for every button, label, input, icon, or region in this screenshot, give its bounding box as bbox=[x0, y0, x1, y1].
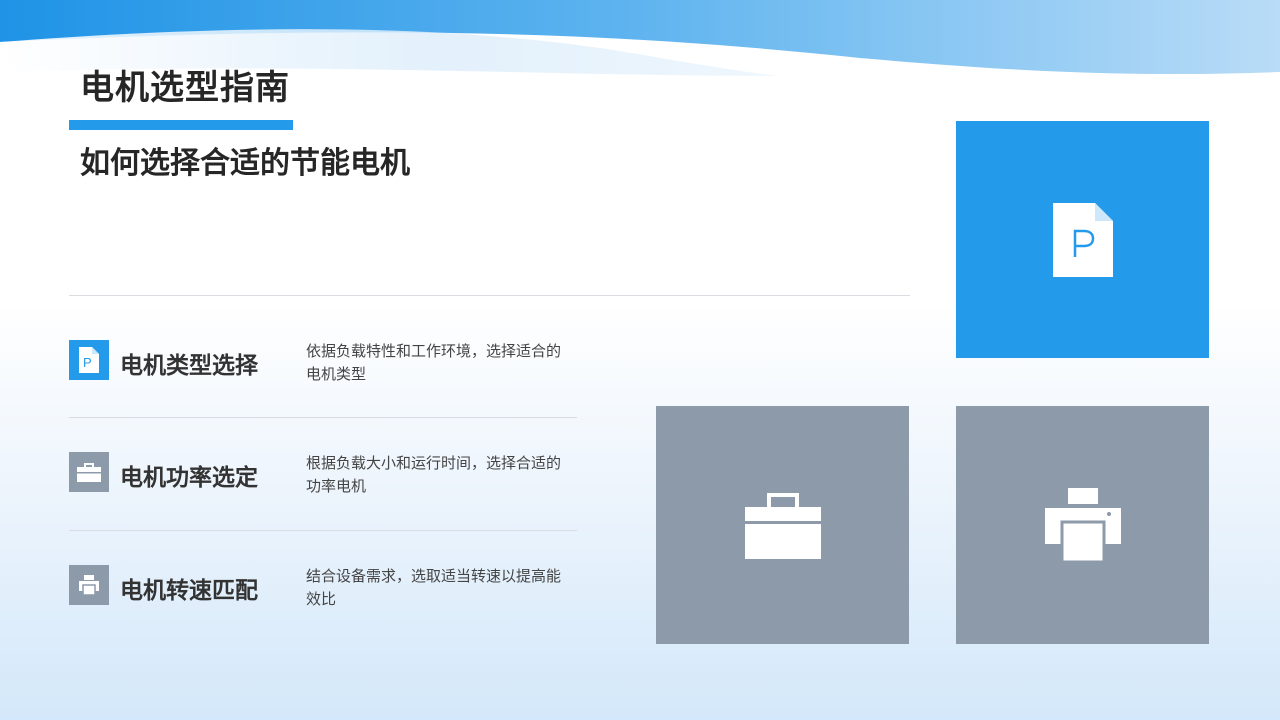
tile-toolbox bbox=[656, 406, 909, 644]
printer-icon bbox=[1044, 488, 1121, 562]
page-title: 电机选型指南 bbox=[80, 68, 290, 108]
toolbox-icon bbox=[77, 463, 101, 482]
tile-printer bbox=[956, 406, 1209, 644]
row-icon-type: P bbox=[69, 340, 109, 380]
document-letter: P bbox=[83, 355, 92, 370]
row-title-power: 电机功率选定 bbox=[120, 465, 258, 491]
printer-icon bbox=[79, 575, 99, 596]
document-p-icon bbox=[1052, 202, 1113, 277]
row-title-speed: 电机转速匹配 bbox=[120, 578, 258, 604]
title-accent-bar bbox=[69, 120, 293, 130]
page-subtitle: 如何选择合适的节能电机 bbox=[80, 146, 410, 181]
row-desc-speed: 结合设备需求，选取适当转速以提高能效比 bbox=[306, 567, 562, 608]
divider bbox=[69, 530, 577, 531]
toolbox-icon bbox=[744, 493, 821, 559]
divider bbox=[69, 417, 577, 418]
row-icon-speed bbox=[69, 565, 109, 605]
divider bbox=[69, 295, 910, 296]
row-desc-power: 根据负载大小和运行时间，选择合适的功率电机 bbox=[306, 454, 562, 495]
document-p-icon: P bbox=[79, 347, 99, 373]
row-desc-type: 依据负载特性和工作环境，选择适合的电机类型 bbox=[306, 342, 562, 383]
row-icon-power bbox=[69, 452, 109, 492]
tile-document bbox=[956, 121, 1209, 358]
row-title-type: 电机类型选择 bbox=[120, 353, 258, 379]
